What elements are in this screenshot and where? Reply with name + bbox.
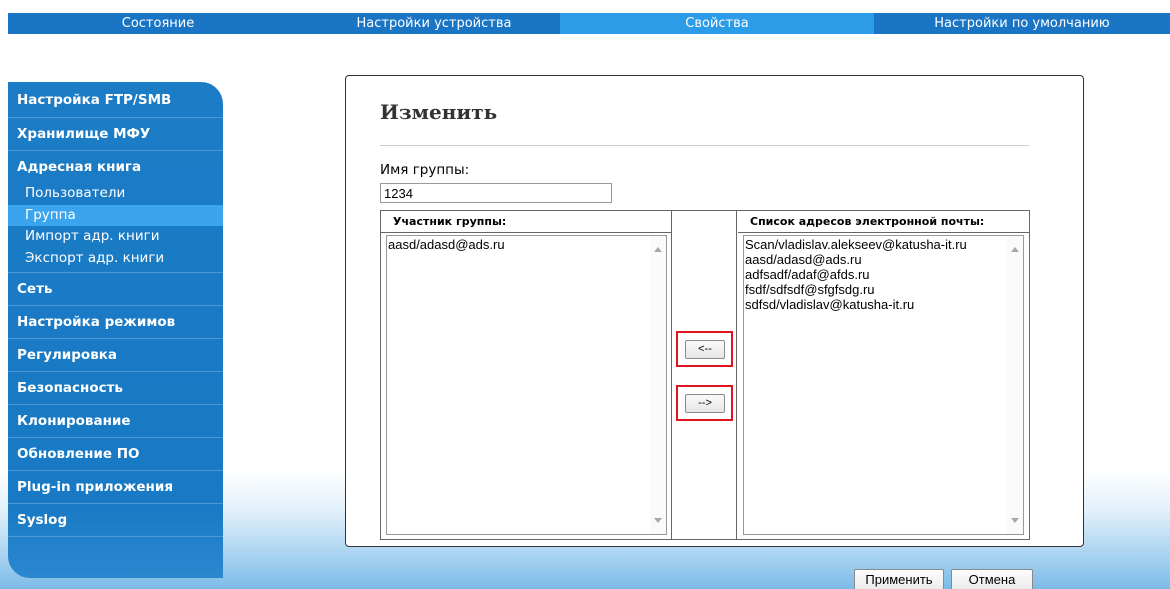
members-listbox[interactable]: aasd/adasd@ads.ru — [386, 235, 667, 535]
sidebar-subitem-import-address-book[interactable]: Импорт адр. книги — [8, 226, 223, 248]
cancel-button[interactable]: Отмена — [951, 569, 1033, 589]
emails-header: Список адресов электронной почты: — [738, 211, 1029, 233]
title-divider — [380, 145, 1029, 146]
sidebar-item-adjustment[interactable]: Регулировка — [8, 339, 223, 372]
tab-device-settings[interactable]: Настройки устройства — [308, 13, 560, 34]
tab-properties[interactable]: Свойства — [560, 13, 874, 34]
group-name-label: Имя группы: — [380, 162, 470, 178]
page-title: Изменить — [380, 100, 498, 124]
sidebar-item-cloning[interactable]: Клонирование — [8, 405, 223, 438]
scroll-up-arrow-icon[interactable] — [654, 247, 662, 252]
sidebar-item-mode-settings[interactable]: Настройка режимов — [8, 306, 223, 339]
tab-status[interactable]: Состояние — [8, 13, 308, 34]
sidebar-subitem-group[interactable]: Группа — [8, 204, 223, 226]
move-to-members-button[interactable]: <-- — [685, 340, 725, 359]
list-item[interactable]: aasd/adasd@ads.ru — [745, 252, 1023, 267]
members-header: Участник группы: — [381, 211, 671, 233]
sidebar-item-mfp-storage[interactable]: Хранилище МФУ — [8, 118, 223, 151]
address-book-submenu: Пользователи Группа Импорт адр. книги Эк… — [8, 183, 223, 273]
list-item[interactable]: aasd/adasd@ads.ru — [388, 237, 666, 252]
apply-button[interactable]: Применить — [854, 569, 944, 589]
sidebar-subitem-users[interactable]: Пользователи — [8, 183, 223, 205]
list-item[interactable]: fsdf/sdfsdf@sfgfsdg.ru — [745, 282, 1023, 297]
sidebar-item-security[interactable]: Безопасность — [8, 372, 223, 405]
scroll-down-arrow-icon[interactable] — [1011, 518, 1019, 523]
list-item[interactable]: adfsadf/adaf@afds.ru — [745, 267, 1023, 282]
emails-scrollbar[interactable] — [1007, 236, 1023, 534]
sidebar-subitem-export-address-book[interactable]: Экспорт адр. книги — [8, 248, 223, 270]
remove-from-members-button[interactable]: --> — [685, 394, 725, 413]
move-buttons-column: <-- --> — [672, 211, 737, 539]
edit-group-panel: Изменить Имя группы: Участник группы: aa… — [345, 75, 1084, 547]
tab-default-settings[interactable]: Настройки по умолчанию — [874, 13, 1170, 34]
group-name-input[interactable] — [380, 183, 612, 203]
sidebar-item-plugin-apps[interactable]: Plug-in приложения — [8, 471, 223, 504]
sidebar: Настройка FTP/SMB Хранилище МФУ Адресная… — [8, 82, 223, 578]
members-scrollbar[interactable] — [650, 236, 666, 534]
emails-column: Список адресов электронной почты: Scan/v… — [738, 211, 1029, 539]
scroll-up-arrow-icon[interactable] — [1011, 247, 1019, 252]
top-navigation: Состояние Настройки устройства Свойства … — [8, 13, 1170, 34]
list-item[interactable]: Scan/vladislav.alekseev@katusha-it.ru — [745, 237, 1023, 252]
members-column: Участник группы: aasd/adasd@ads.ru — [381, 211, 672, 539]
sidebar-item-address-book[interactable]: Адресная книга — [8, 151, 223, 183]
sidebar-item-network[interactable]: Сеть — [8, 273, 223, 306]
list-item[interactable]: sdfsd/vladislav@katusha-it.ru — [745, 297, 1023, 312]
member-transfer-table: Участник группы: aasd/adasd@ads.ru <-- -… — [380, 210, 1030, 540]
sidebar-item-firmware-update[interactable]: Обновление ПО — [8, 438, 223, 471]
move-left-highlight: <-- — [676, 331, 733, 367]
move-right-highlight: --> — [676, 385, 733, 421]
scroll-down-arrow-icon[interactable] — [654, 518, 662, 523]
emails-listbox[interactable]: Scan/vladislav.alekseev@katusha-it.ru aas… — [743, 235, 1024, 535]
sidebar-item-syslog[interactable]: Syslog — [8, 504, 223, 537]
sidebar-item-ftp-smb[interactable]: Настройка FTP/SMB — [8, 82, 223, 118]
